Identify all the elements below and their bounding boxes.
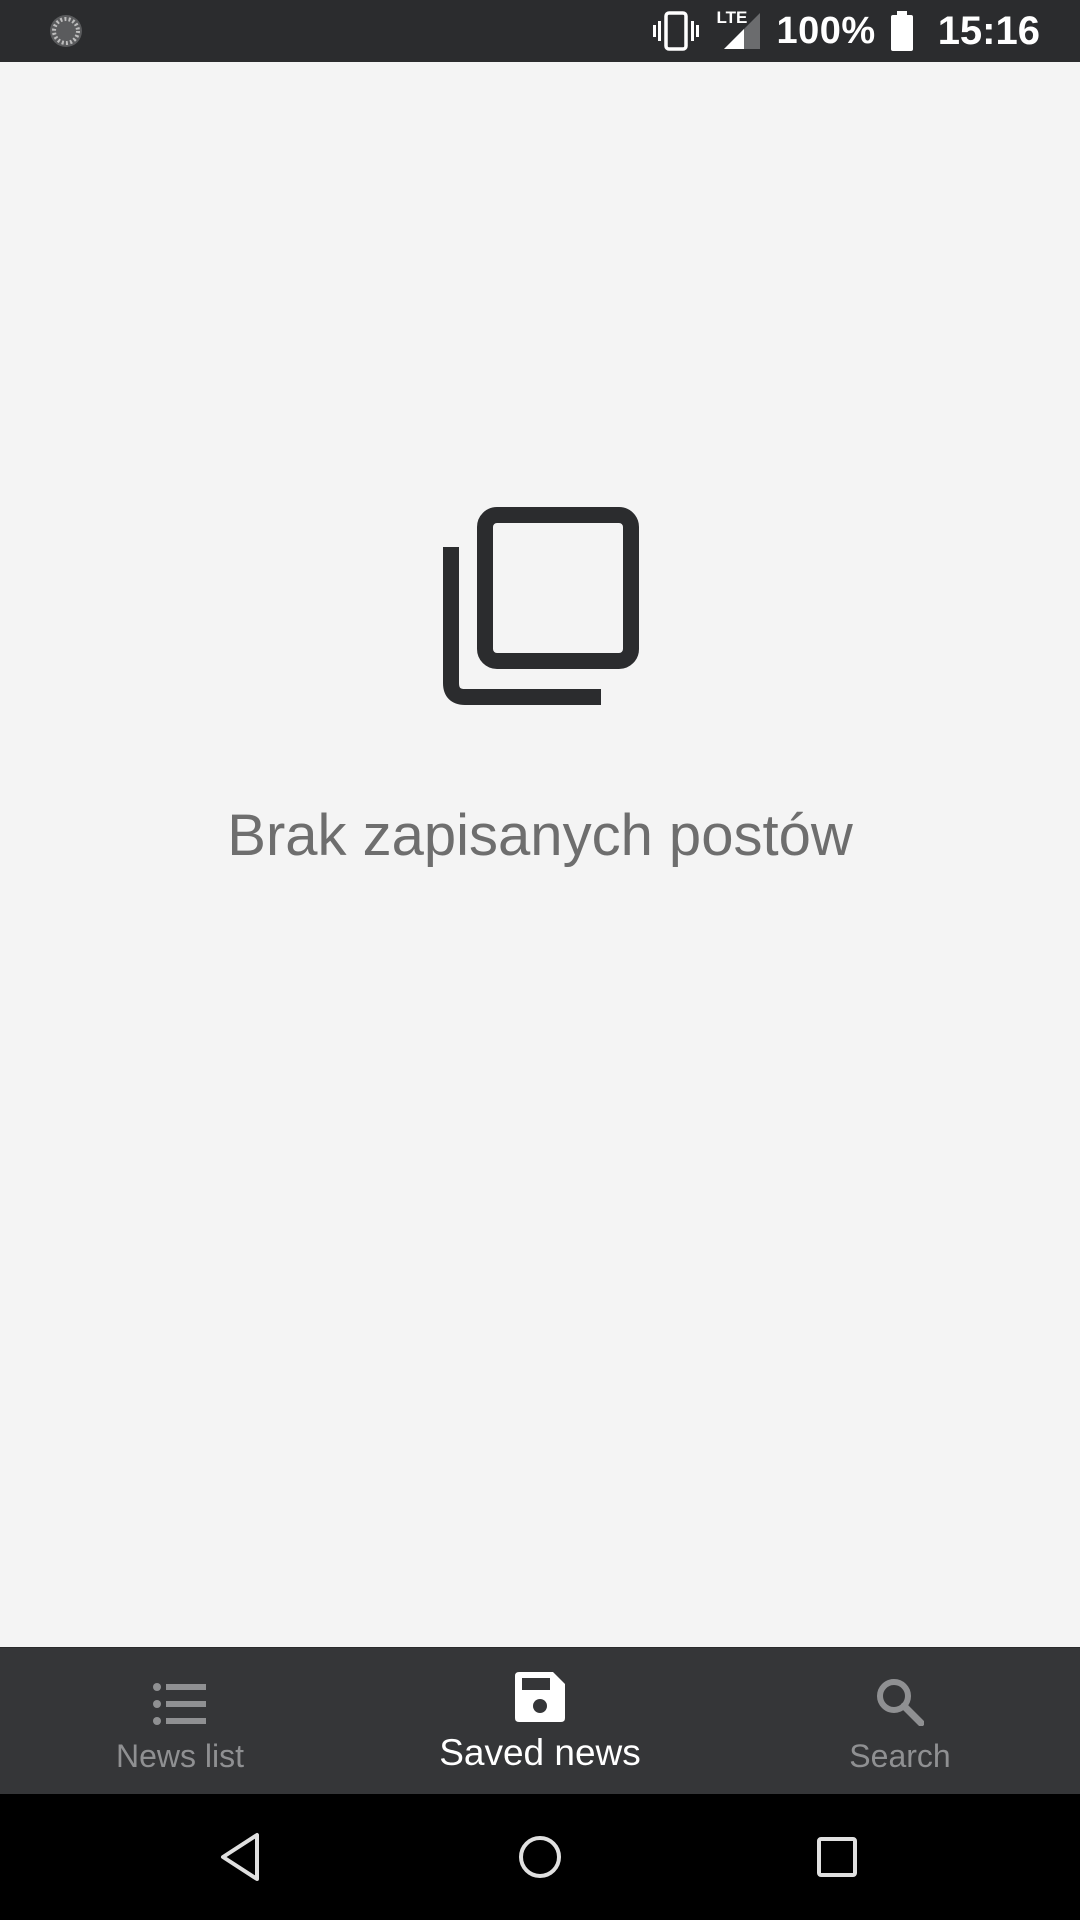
sync-spinner-icon bbox=[50, 15, 82, 47]
search-icon bbox=[876, 1670, 924, 1726]
battery-percent: 100% bbox=[776, 9, 876, 52]
nav-label-saved-news: Saved news bbox=[439, 1732, 641, 1773]
save-icon bbox=[515, 1666, 565, 1722]
status-bar: LTE 100% 15:16 bbox=[0, 0, 1080, 62]
home-icon[interactable] bbox=[510, 1827, 570, 1887]
clock: 15:16 bbox=[937, 8, 1040, 53]
back-icon[interactable] bbox=[211, 1827, 271, 1887]
system-navigation-bar bbox=[0, 1794, 1080, 1920]
nav-label-news-list: News list bbox=[115, 1738, 244, 1774]
copy-icon bbox=[443, 507, 639, 705]
battery-icon bbox=[890, 11, 914, 51]
vibrate-icon bbox=[652, 11, 700, 51]
nav-item-search[interactable]: Search bbox=[720, 1648, 1080, 1795]
empty-state-message: Brak zapisanych postów bbox=[227, 803, 853, 868]
nav-label-search: Search bbox=[849, 1738, 951, 1774]
network-type-label: LTE bbox=[716, 8, 748, 27]
list-icon bbox=[153, 1670, 207, 1726]
saved-news-content: Brak zapisanych postów bbox=[0, 62, 1080, 1647]
nav-item-news-list[interactable]: News list bbox=[0, 1648, 360, 1795]
nav-item-saved-news[interactable]: Saved news bbox=[360, 1648, 720, 1795]
signal-icon: LTE bbox=[714, 8, 762, 51]
recents-icon[interactable] bbox=[807, 1827, 867, 1887]
screen: LTE 100% 15:16 Brak zapisanych postów Ne… bbox=[0, 0, 1080, 1920]
status-icons: LTE 100% 15:16 bbox=[652, 0, 1040, 62]
bottom-navigation: News list Saved news Search bbox=[0, 1647, 1080, 1795]
